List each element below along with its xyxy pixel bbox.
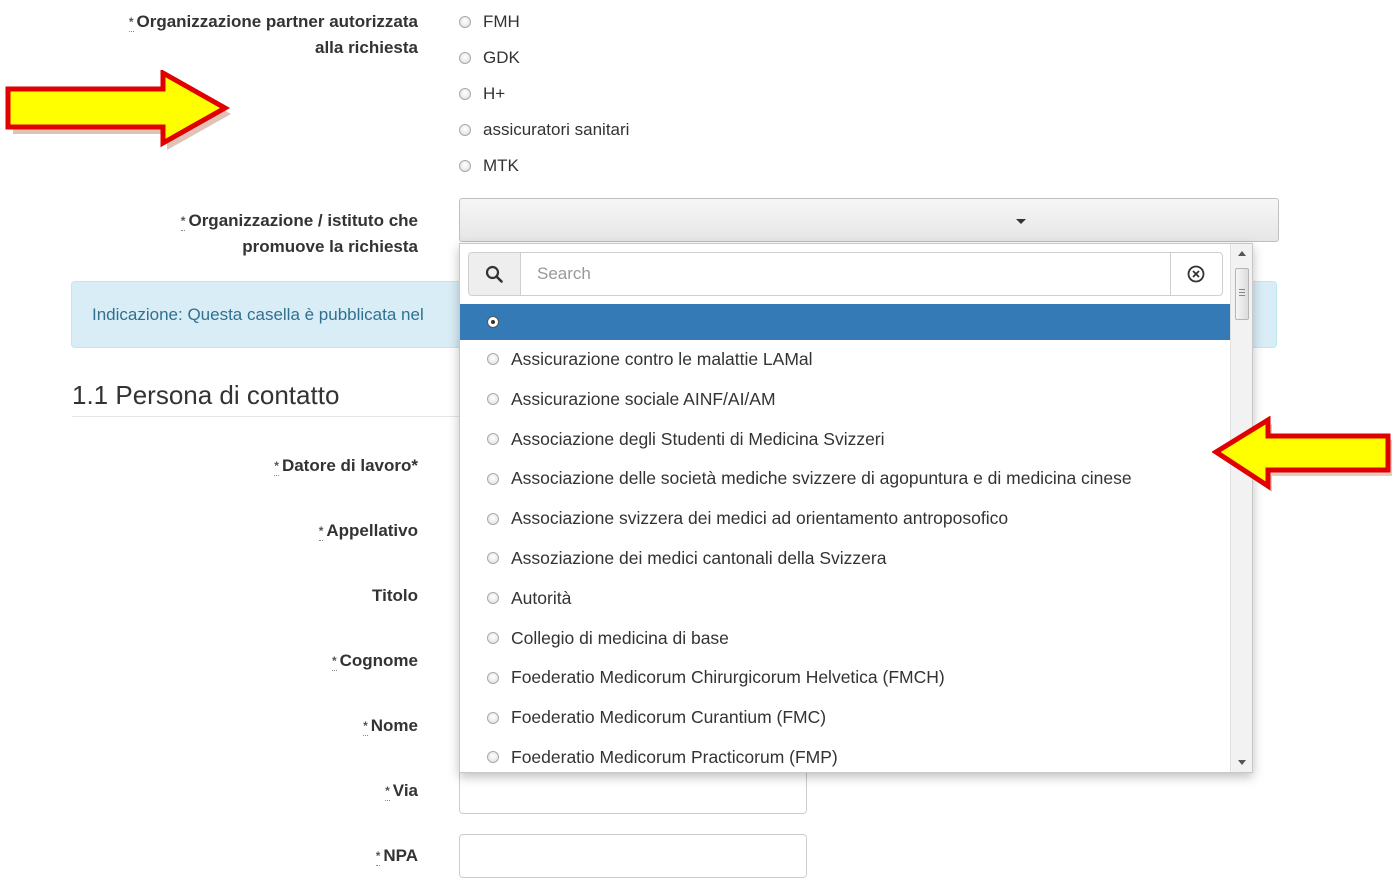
radio-button[interactable] (459, 15, 471, 28)
grip-icon (1239, 289, 1245, 290)
list-item[interactable]: Associazione svizzera dei medici ad orie… (460, 499, 1230, 539)
clear-circle-icon (1187, 265, 1205, 283)
radio-button[interactable] (459, 123, 471, 136)
radio-option-fmh[interactable]: FMH (459, 11, 520, 33)
radio-button[interactable] (459, 159, 471, 172)
radio-option-gdk[interactable]: GDK (459, 47, 520, 69)
radio-button[interactable] (487, 592, 499, 605)
section-divider (72, 416, 462, 417)
list-item[interactable]: Assoziazione dei medici cantonali della … (460, 539, 1230, 579)
promoting-org-select[interactable] (459, 198, 1279, 242)
promoting-org-label: * Organizzazione / istituto che promuove … (180, 211, 418, 256)
dropdown-search (468, 252, 1223, 296)
radio-button[interactable] (487, 711, 499, 724)
list-item[interactable]: Collegio di medicina di base (460, 619, 1230, 659)
radio-button[interactable] (487, 316, 499, 329)
left-arrow-annotation-icon (1212, 416, 1392, 492)
label-via: * Via (385, 781, 418, 800)
dropdown-scrollbar[interactable] (1230, 244, 1252, 772)
promoting-org-dropdown: Assicurazione contro le malattie LAMal A… (459, 243, 1253, 773)
section-title: 1.1 Persona di contatto (72, 380, 340, 410)
radio-button[interactable] (487, 393, 499, 406)
required-mark: * (128, 15, 134, 29)
required-mark: * (180, 214, 186, 228)
radio-button[interactable] (459, 87, 471, 100)
right-arrow-annotation-icon (5, 70, 231, 150)
label-npa: * NPA (375, 846, 418, 865)
scroll-up-icon[interactable] (1238, 251, 1246, 256)
radio-button[interactable] (487, 432, 499, 445)
search-icon (485, 265, 503, 283)
search-addon (469, 253, 521, 295)
radio-button[interactable] (487, 353, 499, 366)
via-input[interactable] (459, 770, 807, 814)
list-item[interactable]: Foederatio Medicorum Curantium (FMC) (460, 698, 1230, 738)
radio-button[interactable] (487, 751, 499, 764)
list-item[interactable]: Associazione degli Studenti di Medicina … (460, 420, 1230, 460)
radio-button[interactable] (487, 512, 499, 525)
radio-button[interactable] (459, 51, 471, 64)
list-item[interactable]: Assicurazione contro le malattie LAMal (460, 340, 1230, 380)
label-datore: * Datore di lavoro* (274, 456, 418, 475)
partner-org-label: * Organizzazione partner autorizzata alla… (128, 12, 418, 57)
label-nome: * Nome (363, 716, 418, 735)
options-list: Assicurazione contro le malattie LAMal A… (460, 304, 1230, 772)
list-item-empty-selected[interactable] (460, 304, 1230, 340)
radio-option-hplus[interactable]: H+ (459, 83, 505, 105)
list-item[interactable]: Autorità (460, 579, 1230, 619)
label-appellativo: * Appellativo (318, 521, 418, 540)
search-input[interactable] (521, 253, 1171, 295)
list-item[interactable]: Foederatio Medicorum Chirurgicorum Helve… (460, 658, 1230, 698)
npa-input[interactable] (459, 834, 807, 878)
list-item[interactable]: Assicurazione sociale AINF/AI/AM (460, 380, 1230, 420)
radio-button[interactable] (487, 631, 499, 644)
list-item[interactable]: Foederatio Medicorum Practicorum (FMP) (460, 738, 1230, 772)
radio-option-assicuratori[interactable]: assicuratori sanitari (459, 119, 629, 141)
scroll-down-icon[interactable] (1238, 760, 1246, 765)
label-titolo: Titolo (372, 586, 418, 605)
radio-button[interactable] (487, 671, 499, 684)
scrollbar-thumb[interactable] (1235, 268, 1249, 320)
list-item[interactable]: Associazione delle società mediche svizz… (460, 459, 1230, 499)
radio-option-mtk[interactable]: MTK (459, 155, 519, 177)
label-cognome: * Cognome (331, 651, 418, 670)
radio-button[interactable] (487, 552, 499, 565)
clear-search-button[interactable] (1170, 253, 1222, 295)
radio-button[interactable] (487, 472, 499, 485)
caret-down-icon (1016, 219, 1026, 224)
